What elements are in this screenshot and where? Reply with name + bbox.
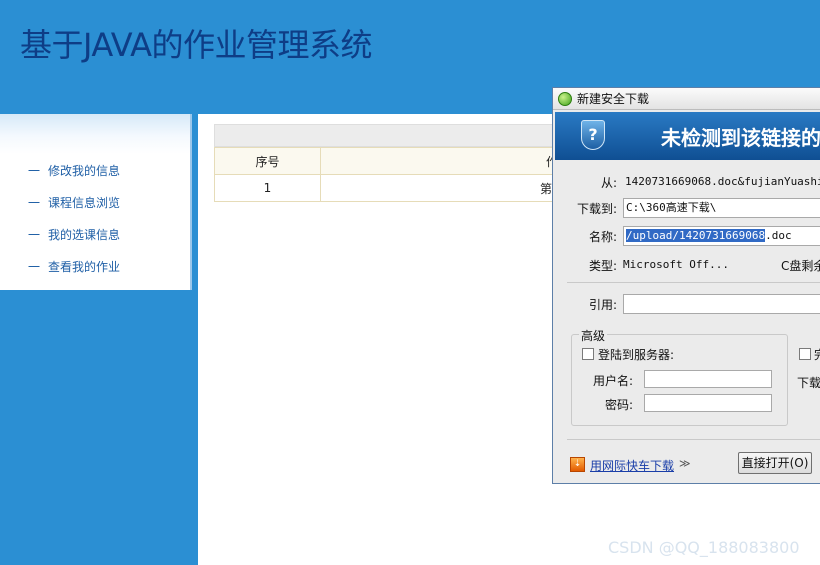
360-logo-icon: [558, 92, 572, 106]
save-to-field[interactable]: C:\360高速下载\: [623, 198, 820, 218]
sidebar-menu: 一修改我的信息 一课程信息浏览 一我的选课信息 一查看我的作业: [0, 114, 192, 290]
chevron-down-icon[interactable]: ≫: [679, 457, 691, 470]
advanced-group-title: 高级: [579, 327, 608, 344]
sidebar-item-label: 课程信息浏览: [48, 196, 121, 210]
from-value: 1420731669068.doc&fujianYuashiMing: [625, 175, 820, 188]
sidebar-item-my-homework[interactable]: 一查看我的作业: [28, 258, 120, 275]
from-label: 从:: [600, 176, 617, 190]
referrer-field[interactable]: [623, 294, 820, 314]
filename-extension: .doc: [765, 229, 792, 242]
security-banner: ? 未检测到该链接的: [555, 112, 820, 160]
login-server-checkbox[interactable]: [582, 348, 594, 360]
bullet-dash: 一: [28, 196, 41, 210]
separator: [567, 282, 820, 283]
password-label: 密码:: [604, 398, 633, 412]
column-header-index: 序号: [214, 147, 321, 175]
type-label: 类型:: [588, 259, 617, 273]
bullet-dash: 一: [28, 164, 41, 178]
dialog-title: 新建安全下载: [577, 92, 650, 106]
flashget-download-link[interactable]: 用网际快车下载: [590, 457, 674, 474]
filename-field[interactable]: /upload/1420731669068.doc: [623, 226, 820, 246]
banner-text: 未检测到该链接的: [661, 126, 820, 150]
sidebar-item-course-browse[interactable]: 一课程信息浏览: [28, 194, 120, 211]
name-label: 名称:: [588, 230, 617, 244]
footer-separator: [567, 439, 820, 440]
filename-selected-text: /upload/1420731669068: [626, 229, 766, 242]
save-to-label: 下载到:: [576, 202, 617, 216]
cell-index: 1: [214, 174, 321, 202]
sidebar-item-my-courses[interactable]: 一我的选课信息: [28, 226, 120, 243]
bullet-dash: 一: [28, 260, 41, 274]
username-field[interactable]: [644, 370, 772, 388]
referrer-label: 引用:: [588, 298, 617, 312]
sidebar-item-label: 查看我的作业: [48, 260, 121, 274]
download-dialog: 新建安全下载 ? 未检测到该链接的 从: 1420731669068.doc&f…: [552, 87, 820, 484]
watermark: CSDN @QQ_188083800: [608, 538, 800, 557]
username-label: 用户名:: [592, 374, 633, 388]
dialog-titlebar[interactable]: 新建安全下载: [553, 88, 820, 110]
shield-icon: ?: [581, 120, 605, 150]
flashget-icon: ⇣: [570, 457, 585, 472]
password-field[interactable]: [644, 394, 772, 412]
login-server-label: 登陆到服务器:: [598, 348, 675, 362]
complete-checkbox[interactable]: [799, 348, 811, 360]
disk-free-label: C盘剩余: [781, 259, 820, 273]
sidebar-item-label: 修改我的信息: [48, 164, 121, 178]
type-value: Microsoft Off...: [623, 258, 729, 271]
complete-checkbox-label: 完: [814, 346, 820, 363]
sidebar-item-edit-profile[interactable]: 一修改我的信息: [28, 162, 120, 179]
download-option-label: 下载: [797, 376, 820, 390]
bullet-dash: 一: [28, 228, 41, 242]
sidebar-item-label: 我的选课信息: [48, 228, 121, 242]
open-directly-button[interactable]: 直接打开(O): [738, 452, 812, 474]
app-title: 基于JAVA的作业管理系统: [20, 26, 372, 64]
